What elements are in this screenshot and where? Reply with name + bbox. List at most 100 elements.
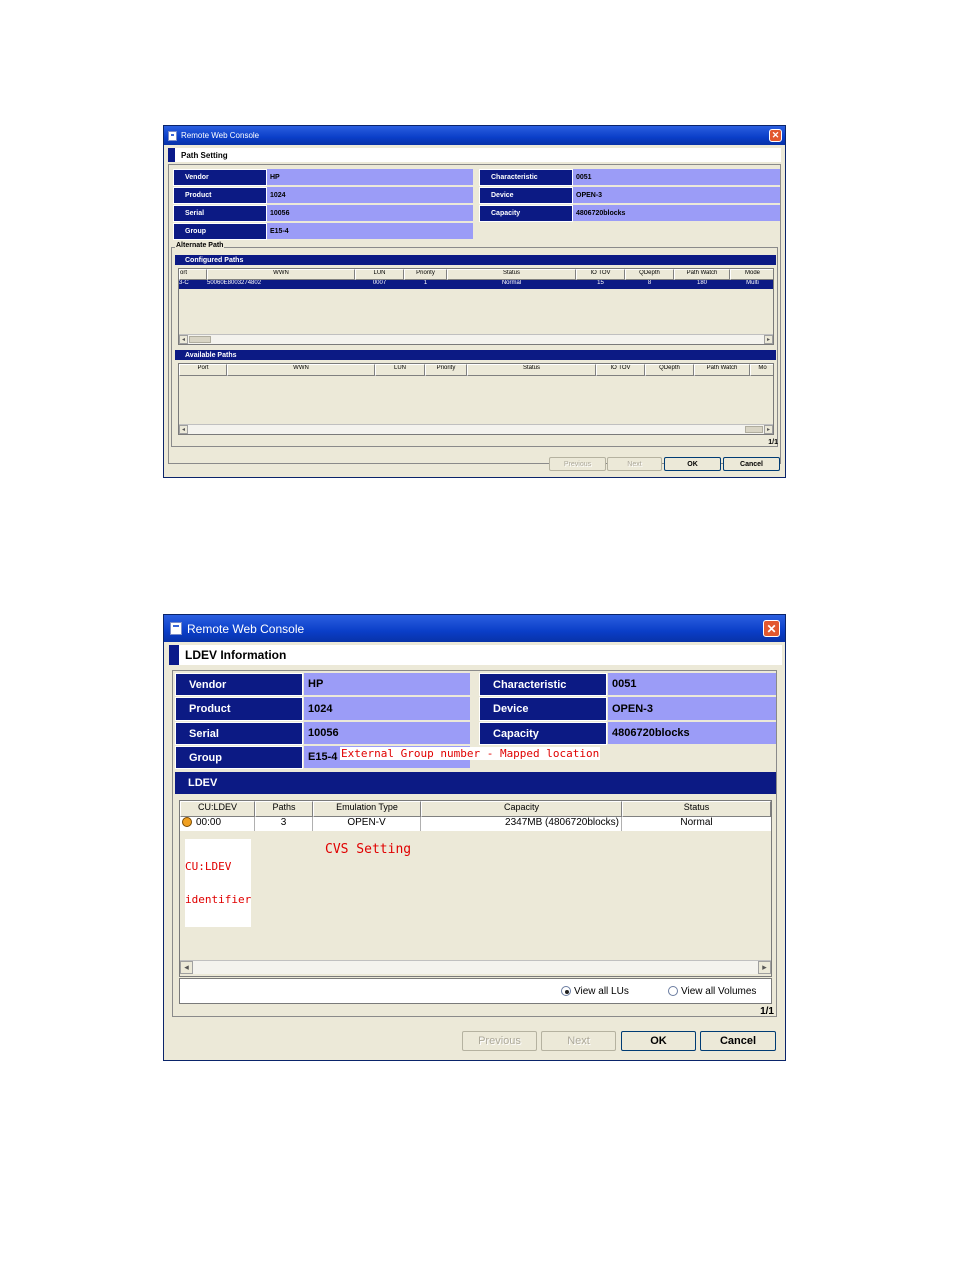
alternate-path-label: Alternate Path <box>175 242 225 249</box>
scroll-thumb[interactable] <box>745 426 763 433</box>
page-heading: LDEV Information <box>169 645 782 665</box>
group-value: E15-4 <box>267 223 473 239</box>
console-icon <box>168 130 177 141</box>
scroll-left-icon[interactable]: ◂ <box>179 425 188 434</box>
cvs-setting-annotation: CVS Setting <box>325 842 412 857</box>
product-value: 1024 <box>267 187 473 203</box>
view-all-lus-option[interactable]: View all LUs <box>561 986 629 997</box>
path-setting-window: Remote Web Console ✕ Path Setting Vendor… <box>163 125 786 478</box>
cancel-button[interactable]: Cancel <box>700 1031 776 1051</box>
next-button[interactable]: Next <box>607 457 662 471</box>
window-title: Remote Web Console <box>187 621 305 636</box>
page-heading: Path Setting <box>168 148 781 162</box>
vendor-label: Vendor <box>175 673 303 696</box>
title-bar[interactable]: Remote Web Console ✕ <box>164 126 785 145</box>
device-value: OPEN-3 <box>573 187 780 203</box>
serial-value: 10056 <box>304 722 470 744</box>
col-io-tov[interactable]: IO TOV <box>576 269 625 280</box>
horizontal-scrollbar[interactable]: ◂ ▸ <box>179 424 773 434</box>
col-lun[interactable]: LUN <box>375 364 425 376</box>
close-icon[interactable]: ✕ <box>763 620 780 637</box>
col-wwn[interactable]: WWN <box>207 269 355 280</box>
configured-paths-header: Configured Paths <box>175 255 776 265</box>
vendor-value: HP <box>267 169 473 185</box>
capacity-value: 4806720blocks <box>573 205 780 221</box>
col-io-tov[interactable]: IO TOV <box>596 364 645 376</box>
characteristic-value: 0051 <box>608 673 776 695</box>
ldev-table-header-row: CU:LDEV Paths Emulation Type Capacity St… <box>180 801 771 817</box>
col-path-watch[interactable]: Path Watch <box>694 364 750 376</box>
horizontal-scrollbar[interactable]: ◂ ▸ <box>179 334 773 344</box>
ldev-status-icon <box>182 817 192 828</box>
page-indicator: 1/1 <box>768 439 778 446</box>
col-mode[interactable]: Mode <box>730 269 773 280</box>
ldev-information-window: Remote Web Console ✕ LDEV Information Ve… <box>163 614 786 1061</box>
col-status[interactable]: Status <box>467 364 596 376</box>
product-value: 1024 <box>304 697 470 720</box>
view-all-lus-radio[interactable] <box>561 986 571 997</box>
scroll-right-icon[interactable]: ▸ <box>764 335 773 344</box>
available-paths-header-row: Port WWN LUN Priority Status IO TOV QDep… <box>179 364 773 376</box>
scroll-right-icon[interactable]: ▸ <box>758 961 771 974</box>
col-port[interactable]: Port <box>179 364 227 376</box>
col-wwn[interactable]: WWN <box>227 364 375 376</box>
col-priority[interactable]: Priority <box>404 269 447 280</box>
table-row[interactable]: 00:00 3 OPEN-V 2347MB (4806720blocks) No… <box>180 817 771 831</box>
col-qdepth[interactable]: QDepth <box>645 364 694 376</box>
horizontal-scrollbar[interactable]: ◂ ▸ <box>180 960 771 974</box>
col-status[interactable]: Status <box>447 269 576 280</box>
capacity-value: 4806720blocks <box>608 722 776 744</box>
cancel-button[interactable]: Cancel <box>723 457 780 471</box>
scroll-thumb[interactable] <box>189 336 211 343</box>
product-label: Product <box>175 697 303 721</box>
characteristic-value: 0051 <box>573 169 780 185</box>
capacity-label: Capacity <box>479 722 607 745</box>
scroll-right-icon[interactable]: ▸ <box>764 425 773 434</box>
available-paths-table[interactable]: Port WWN LUN Priority Status IO TOV QDep… <box>178 363 774 435</box>
ok-button[interactable]: OK <box>664 457 721 471</box>
page-indicator: 1/1 <box>760 1006 774 1017</box>
configured-paths-table[interactable]: ort WWN LUN Priority Status IO TOV QDept… <box>178 268 774 345</box>
col-priority[interactable]: Priority <box>425 364 467 376</box>
scroll-left-icon[interactable]: ◂ <box>179 335 188 344</box>
available-paths-header: Available Paths <box>175 350 776 360</box>
view-all-volumes-radio[interactable] <box>668 986 678 997</box>
table-row[interactable]: 3-C 50060E8003274802 0007 1 Normal 15 8 … <box>179 280 773 289</box>
title-bar[interactable]: Remote Web Console ✕ <box>164 615 785 642</box>
col-emulation-type[interactable]: Emulation Type <box>313 801 421 817</box>
window-title: Remote Web Console <box>181 131 260 140</box>
ok-button[interactable]: OK <box>621 1031 696 1051</box>
view-options-bar: View all LUs View all Volumes <box>179 978 772 1004</box>
product-label: Product <box>173 187 267 204</box>
device-value: OPEN-3 <box>608 697 776 720</box>
serial-value: 10056 <box>267 205 473 221</box>
col-mode[interactable]: Mo <box>750 364 773 376</box>
col-qdepth[interactable]: QDepth <box>625 269 674 280</box>
scroll-left-icon[interactable]: ◂ <box>180 961 193 974</box>
previous-button[interactable]: Previous <box>462 1031 537 1051</box>
characteristic-label: Characteristic <box>479 169 573 186</box>
cu-ldev-annotation: CU:LDEV identifier <box>185 839 252 927</box>
col-status[interactable]: Status <box>622 801 771 817</box>
info-panel: Vendor HP Product 1024 Serial 10056 Grou… <box>168 164 781 464</box>
characteristic-label: Characteristic <box>479 673 607 696</box>
col-lun[interactable]: LUN <box>355 269 404 280</box>
capacity-label: Capacity <box>479 205 573 222</box>
group-label: Group <box>173 223 267 240</box>
col-port[interactable]: ort <box>179 269 207 280</box>
col-cu-ldev[interactable]: CU:LDEV <box>180 801 255 817</box>
previous-button[interactable]: Previous <box>549 457 606 471</box>
next-button[interactable]: Next <box>541 1031 616 1051</box>
info-panel: Vendor HP Product 1024 Serial 10056 Grou… <box>172 670 777 1017</box>
col-capacity[interactable]: Capacity <box>421 801 622 817</box>
serial-label: Serial <box>173 205 267 222</box>
scroll-track[interactable] <box>194 962 753 973</box>
col-path-watch[interactable]: Path Watch <box>674 269 730 280</box>
close-icon[interactable]: ✕ <box>769 129 782 142</box>
view-all-volumes-option[interactable]: View all Volumes <box>668 986 756 997</box>
console-icon <box>170 622 182 635</box>
vendor-value: HP <box>304 673 470 695</box>
col-paths[interactable]: Paths <box>255 801 313 817</box>
ldev-section-header: LDEV <box>175 772 776 794</box>
ldev-table[interactable]: CU:LDEV Paths Emulation Type Capacity St… <box>179 800 772 977</box>
